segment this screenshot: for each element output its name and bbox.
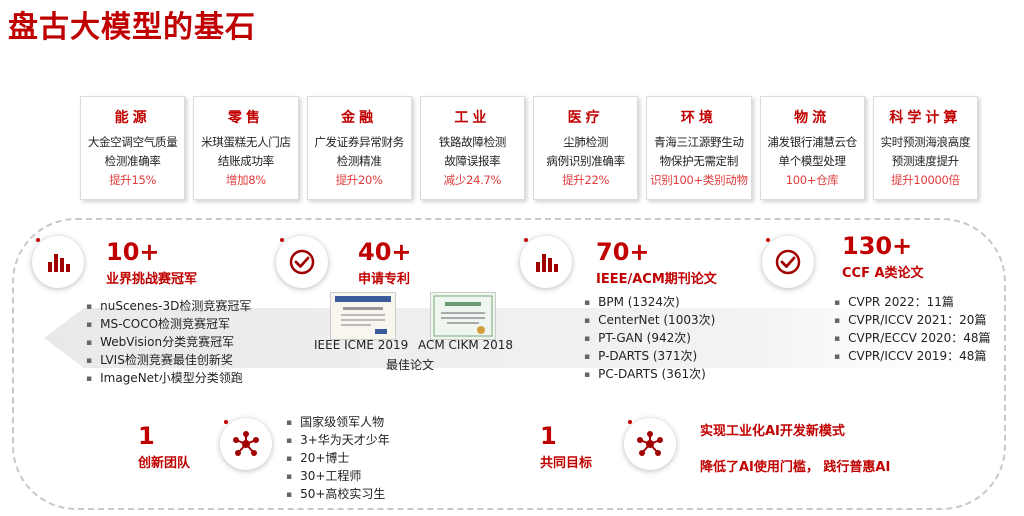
list-item: CVPR 2022：11篇: [834, 294, 991, 312]
stat-label: 共同目标: [540, 456, 593, 471]
list-item: LVIS检测竞赛最佳创新奖: [86, 352, 251, 370]
paper-caption-cikm: ACM CIKM 2018: [418, 338, 514, 352]
list-item: CVPR/ICCV 2019：48篇: [834, 348, 991, 366]
stat-label: 创新团队: [138, 456, 191, 471]
list-item: CenterNet (1003次): [584, 312, 715, 330]
industry-name: 能源: [114, 110, 151, 126]
page-title: 盘古大模型的基石: [8, 10, 256, 45]
network-icon: [220, 418, 272, 470]
list-item: BPM (1324次): [584, 294, 715, 312]
stat-label: 业界挑战赛冠军: [106, 272, 198, 287]
stat-team: 1 创新团队: [138, 422, 190, 471]
competition-list: nuScenes-3D检测竞赛冠军 MS-COCO检测竞赛冠军 WebVisio…: [86, 298, 251, 388]
industry-result: 提升10000倍: [891, 173, 960, 187]
stat-number: 130+: [842, 232, 913, 260]
team-list: 国家级领军人物 3+华为天才少年 20+博士 30+工程师 50+高校实习生: [286, 414, 390, 504]
stat-number: 40+: [358, 238, 412, 266]
list-item: PC-DARTS (361次): [584, 366, 715, 384]
paper-caption-icme: IEEE ICME 2019: [314, 338, 409, 352]
bar-chart-icon: [32, 236, 84, 288]
list-item: CVPR/ECCV 2020：48篇: [834, 330, 990, 348]
list-item: 3+华为天才少年: [286, 432, 390, 450]
stat-number: 10+: [106, 238, 160, 266]
industry-result: 提升22%: [562, 173, 610, 187]
check-circle-icon: [762, 236, 814, 288]
industry-card-retail: 零售 米琪蛋糕无人门店 结账成功率 增加8%: [193, 96, 299, 200]
list-item: WebVision分类竞赛冠军: [86, 334, 251, 352]
industry-name: 医疗: [567, 110, 604, 126]
industry-desc: 浦发银行浦慧云仓 单个模型处理: [767, 135, 857, 168]
list-item: P-DARTS (371次): [584, 348, 715, 366]
list-item: ImageNet小模型分类领跑: [86, 370, 251, 388]
stat-label: IEEE/ACM期刊论文: [596, 272, 717, 287]
best-paper-caption: 最佳论文: [386, 358, 435, 372]
stat-competitions: 10+ 业界挑战赛冠军: [106, 238, 197, 287]
list-item: 50+高校实习生: [286, 486, 390, 504]
industry-result: 提升20%: [335, 173, 383, 187]
network-icon: [624, 418, 676, 470]
award-certificate-cikm-thumbnail: [430, 292, 496, 340]
industry-card-energy: 能源 大金空调空气质量 检测准确率 提升15%: [80, 96, 186, 200]
industry-desc: 铁路故障检测 故障误报率: [438, 135, 507, 168]
stat-number: 1: [138, 422, 155, 450]
list-item: MS-COCO检测竞赛冠军: [86, 316, 251, 334]
stat-number: 1: [540, 422, 557, 450]
stat-label: CCF A类论文: [842, 266, 924, 281]
industry-name: 金融: [341, 110, 378, 126]
industry-desc: 实时预测海浪高度 预测速度提升: [880, 135, 971, 168]
journal-list: BPM (1324次) CenterNet (1003次) PT-GAN (94…: [584, 294, 715, 384]
list-item: 国家级领军人物: [286, 414, 390, 432]
industry-card-science: 科学计算 实时预测海浪高度 预测速度提升 提升10000倍: [872, 96, 978, 200]
list-item: 20+博士: [286, 450, 390, 468]
stat-ccf: 130+ CCF A类论文: [842, 232, 924, 281]
award-certificate-icme-thumbnail: [330, 292, 396, 340]
list-item: 30+工程师: [286, 468, 390, 486]
ccf-list: CVPR 2022：11篇 CVPR/ICCV 2021：20篇 CVPR/EC…: [834, 294, 991, 366]
industry-name: 科学计算: [889, 110, 962, 126]
industry-card-finance: 金融 广发证券异常财务 检测精准 提升20%: [306, 96, 412, 200]
industry-desc: 青海三江源野生动 物保护无需定制: [654, 135, 744, 168]
industry-result: 识别100+类别动物: [650, 173, 748, 187]
stat-goal: 1 共同目标: [540, 422, 592, 471]
industry-card-medical: 医疗 尘肺检测 病例识别准确率 提升22%: [533, 96, 639, 200]
stat-number: 70+: [596, 238, 650, 266]
stat-journals: 70+ IEEE/ACM期刊论文: [596, 238, 717, 287]
industry-cards: 能源 大金空调空气质量 检测准确率 提升15% 零售 米琪蛋糕无人门店 结账成功率 …: [80, 96, 978, 200]
industry-result: 减少24.7%: [443, 173, 502, 187]
industry-name: 环境: [680, 110, 717, 126]
industry-result: 提升15%: [109, 173, 157, 187]
list-item: PT-GAN (942次): [584, 330, 715, 348]
list-item: nuScenes-3D检测竞赛冠军: [86, 298, 251, 316]
bar-chart-icon: [520, 236, 572, 288]
industry-result: 100+仓库: [785, 173, 839, 187]
industry-name: 零售: [227, 110, 264, 126]
industry-result: 增加8%: [225, 173, 266, 187]
industry-name: 工业: [454, 110, 491, 126]
industry-card-industry: 工业 铁路故障检测 故障误报率 减少24.7%: [419, 96, 525, 200]
industry-desc: 尘肺检测 病例识别准确率: [546, 135, 625, 168]
goal-line-1: 实现工业化AI开发新模式: [700, 424, 845, 439]
industry-desc: 米琪蛋糕无人门店 结账成功率: [201, 135, 291, 168]
industry-desc: 广发证券异常财务 检测精准: [314, 135, 404, 168]
list-item: CVPR/ICCV 2021：20篇: [834, 312, 991, 330]
stat-label: 申请专利: [358, 272, 411, 287]
stat-patents: 40+ 申请专利: [358, 238, 412, 287]
industry-desc: 大金空调空气质量 检测准确率: [87, 135, 178, 168]
industry-card-logistics: 物流 浦发银行浦慧云仓 单个模型处理 100+仓库: [759, 96, 865, 200]
goal-line-2: 降低了AI使用门槛， 践行普惠AI: [700, 460, 891, 475]
industry-name: 物流: [794, 110, 831, 126]
check-circle-icon: [276, 236, 328, 288]
industry-card-environment: 环境 青海三江源野生动 物保护无需定制 识别100+类别动物: [646, 96, 752, 200]
